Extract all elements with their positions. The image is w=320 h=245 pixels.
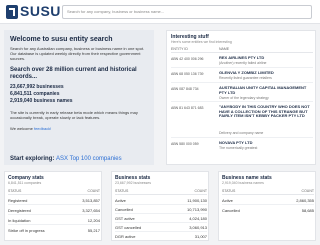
- business-name-stats-subtitle: 2,919,040 business names: [222, 181, 264, 185]
- col-count: COUNT: [194, 189, 207, 193]
- entity-desc: (Another) recently failed airline: [219, 61, 267, 65]
- table-row: Strike off in progress 55,217: [8, 226, 100, 235]
- stat-companies: 6,841,511 companies: [10, 91, 60, 97]
- table-row: Cancelled 58,685: [222, 206, 314, 215]
- interesting-row[interactable]: ABN 68 050 136 739 GLENVIA Y ZOMBIZ LIMI…: [171, 69, 313, 83]
- status-count: 4,024,180: [189, 216, 207, 221]
- entity-desc: Recently listed guarantee retailers: [219, 76, 272, 80]
- col-count: COUNT: [301, 189, 314, 193]
- status-label: Cancelled: [222, 208, 240, 213]
- table-row: Deregistered 3,327,654: [8, 206, 100, 215]
- table-row: In liquidation 12,204: [8, 216, 100, 225]
- explore-label: Start exploring:: [10, 156, 55, 162]
- search-input[interactable]: Search for any company, business or busi…: [62, 5, 312, 19]
- status-count: 11,900,130: [187, 198, 207, 203]
- status-count: 12,204: [87, 218, 100, 223]
- company-stats-header: STATUS COUNT: [8, 188, 100, 195]
- status-count: 55,217: [87, 228, 100, 233]
- status-label: Strike off in progress: [8, 228, 45, 233]
- status-label: Active: [115, 198, 126, 203]
- welcome-panel: Welcome to susu entity search Search for…: [4, 30, 154, 165]
- col-name: NAME: [219, 47, 230, 51]
- table-row: Registered 3,513,857: [8, 196, 100, 205]
- entity-abn[interactable]: ABN 087 848 734: [171, 87, 199, 91]
- status-label: Cancelled: [115, 207, 133, 212]
- susu-logo-icon[interactable]: [6, 5, 18, 19]
- entity-abn[interactable]: ABN 42 400 006 296: [171, 57, 204, 61]
- table-row: Cancelled 10,713,990: [115, 205, 207, 214]
- status-count: 58,685: [301, 208, 314, 213]
- interesting-row[interactable]: ABN 81 643 871 683 "ANYBODY IN THIS COUN…: [171, 103, 313, 138]
- interesting-header: ENTITY ID NAME: [171, 46, 313, 53]
- asx-top-100-link[interactable]: ASX Top 100 companies: [56, 156, 122, 162]
- feedback-link[interactable]: feedback!: [34, 126, 51, 131]
- col-status: STATUS: [222, 189, 236, 193]
- business-stats-header: STATUS COUNT: [115, 188, 207, 195]
- col-status: STATUS: [8, 189, 22, 193]
- interesting-row[interactable]: ABN 580 000 059 NOVAVA PTY LTD The numer…: [171, 139, 313, 153]
- status-count: 10,713,990: [186, 207, 207, 212]
- explore-line: Start exploring: ASX Top 100 companies: [10, 156, 122, 162]
- col-entity-id: ENTITY ID: [171, 47, 188, 51]
- company-stats-subtitle: 6,841,511 companies: [8, 181, 42, 185]
- status-label: GST active: [115, 216, 135, 221]
- status-label: Registered: [8, 198, 28, 203]
- entity-name[interactable]: AUSTRALIAN UNITY CAPITAL MANAGEMENT PTY …: [219, 85, 313, 95]
- status-label: Deregistered: [8, 208, 31, 213]
- status-label: In liquidation: [8, 218, 31, 223]
- interesting-subtitle: Here's some entities we find interesting: [171, 40, 232, 44]
- feedback-prefix: We welcome: [10, 126, 33, 131]
- welcome-title: Welcome to susu entity search: [10, 36, 113, 43]
- brand-name[interactable]: SUSU: [20, 3, 61, 19]
- col-status: STATUS: [115, 189, 129, 193]
- interesting-row[interactable]: ABN 087 848 734 AUSTRALIAN UNITY CAPITAL…: [171, 84, 313, 102]
- table-row: GST cancelled 3,060,913: [115, 223, 207, 232]
- status-count: 2,860,355: [296, 198, 314, 203]
- status-label: DGR active: [115, 234, 136, 239]
- business-stats-subtitle: 23,667,992 businesses: [115, 181, 151, 185]
- entity-desc: The numerically greatest: [219, 146, 258, 150]
- entity-name[interactable]: GLENVIA Y ZOMBIZ LIMITED: [219, 70, 313, 76]
- stat-business-names: 2,919,040 business names: [10, 98, 73, 104]
- business-name-stats-header: STATUS COUNT: [222, 188, 314, 195]
- welcome-intro: Search for any Australian company, busin…: [10, 46, 145, 61]
- status-count: 3,327,654: [82, 208, 100, 213]
- search-headline: Search over 28 million current and histo…: [10, 67, 137, 80]
- company-stats-card: Company stats 6,841,511 companies STATUS…: [4, 171, 102, 241]
- entity-abn[interactable]: ABN 68 050 136 739: [171, 72, 204, 76]
- business-stats-card: Business stats 23,667,992 businesses STA…: [111, 171, 209, 241]
- stat-businesses: 23,667,992 businesses: [10, 84, 64, 90]
- table-row: DGR active 31,007: [115, 232, 207, 241]
- interesting-panel: Interesting stuff Here's some entities w…: [166, 30, 316, 165]
- status-count: 3,060,913: [189, 225, 207, 230]
- status-label: GST cancelled: [115, 225, 142, 230]
- entity-name[interactable]: REX AIRLINES PTY LTD: [219, 55, 313, 61]
- table-row: Active 2,860,355: [222, 196, 314, 205]
- entity-abn[interactable]: ABN 81 643 871 683: [171, 106, 204, 110]
- business-name-stats-card: Business name stats 2,919,040 business n…: [218, 171, 316, 241]
- top-bar: SUSU Search for any company, business or…: [0, 0, 320, 24]
- table-row: Active 11,900,130: [115, 196, 207, 205]
- status-label: Active: [222, 198, 233, 203]
- beta-note: The site is currently in early release b…: [10, 110, 138, 120]
- entity-abn[interactable]: ABN 580 000 059: [171, 142, 199, 146]
- feedback-line: We welcome feedback!: [10, 126, 148, 131]
- col-count: COUNT: [87, 189, 100, 193]
- entity-desc: Delivery and company name: [219, 131, 264, 135]
- entity-name[interactable]: NOVAVA PTY LTD: [219, 140, 313, 146]
- entity-name[interactable]: "ANYBODY IN THIS COUNTRY WHO DOES NOT HA…: [219, 104, 313, 119]
- status-count: 3,513,857: [82, 198, 100, 203]
- interesting-row[interactable]: ABN 42 400 006 296 REX AIRLINES PTY LTD …: [171, 54, 313, 68]
- entity-desc: Owner of the legendary strategy: [219, 96, 269, 100]
- table-row: GST active 4,024,180: [115, 214, 207, 223]
- status-count: 31,007: [194, 234, 207, 239]
